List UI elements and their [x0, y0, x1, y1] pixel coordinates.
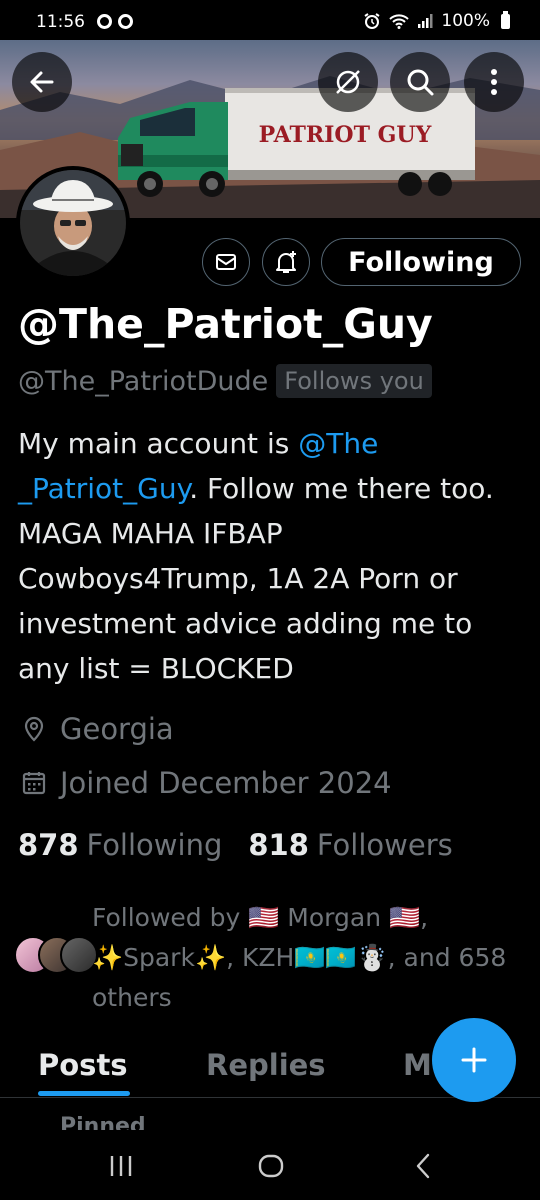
status-notification-icons [97, 14, 133, 29]
tab-replies[interactable]: Replies [206, 1048, 326, 1082]
mute-notifications-button[interactable] [318, 52, 378, 112]
status-right-cluster: 100% [363, 10, 510, 31]
calendar-icon [22, 772, 46, 795]
location-pin-icon [24, 716, 44, 742]
compose-post-button[interactable] [432, 1018, 516, 1102]
bio-text-start: My main account is [18, 427, 299, 460]
following-label: Following [86, 828, 223, 862]
wifi-icon [389, 14, 410, 29]
followed-by-text[interactable]: Followed by 🇺🇸 Morgan 🇺🇸, ✨Spark✨, KZH🇰🇿… [92, 898, 532, 1018]
followers-count-link[interactable]: 818 Followers [248, 828, 452, 862]
handle-row: @The_PatriotDude Follows you [18, 364, 432, 398]
mail-icon [216, 254, 236, 270]
more-options-button[interactable] [464, 52, 524, 112]
back-icon[interactable] [412, 1152, 434, 1180]
status-time: 11:56 [36, 12, 85, 32]
back-button[interactable] [12, 52, 72, 112]
tab-posts[interactable]: Posts [38, 1048, 128, 1082]
joined-row: Joined December 2024 [20, 766, 392, 800]
following-count: 878 [18, 828, 79, 862]
status-bar: 11:56 100% [0, 0, 540, 40]
truck-text: PATRIOT GUY [259, 122, 432, 148]
following-button[interactable]: Following [321, 238, 521, 286]
battery-icon [501, 10, 510, 29]
mutual-followers-avatars[interactable] [14, 936, 98, 976]
ring-icon [97, 14, 112, 29]
more-vertical-icon [491, 69, 497, 95]
profile-bio: My main account is @The _Patriot_Guy. Fo… [18, 421, 528, 691]
location-row: Georgia [20, 712, 174, 746]
user-handle: @The_PatriotDude [18, 365, 269, 397]
joined-text: Joined December 2024 [60, 766, 392, 800]
search-button[interactable] [390, 52, 450, 112]
search-icon [407, 69, 434, 96]
no-notifications-icon [336, 70, 360, 94]
alarm-icon [364, 13, 380, 29]
followers-count: 818 [248, 828, 309, 862]
follows-you-badge: Follows you [276, 364, 432, 398]
pinned-label: Pinned [60, 1114, 146, 1130]
battery-percent: 100% [441, 11, 490, 31]
profile-avatar[interactable] [16, 166, 130, 280]
recents-icon[interactable] [108, 1154, 134, 1178]
tab-media[interactable]: M [403, 1048, 432, 1082]
plus-icon [461, 1047, 487, 1073]
bell-plus-icon [276, 251, 296, 273]
pinned-label-row: Pinned [60, 1110, 200, 1130]
follow-counts: 878 Following 818 Followers [18, 828, 453, 862]
following-count-link[interactable]: 878 Following [18, 828, 222, 862]
system-navigation-bar [0, 1130, 540, 1200]
notify-button[interactable] [262, 238, 310, 286]
message-button[interactable] [202, 238, 250, 286]
followers-label: Followers [316, 828, 453, 862]
ring-icon [118, 14, 133, 29]
signal-icon [418, 14, 433, 28]
home-icon[interactable] [257, 1152, 285, 1180]
back-arrow-icon [30, 71, 54, 93]
active-tab-indicator [38, 1091, 130, 1096]
display-name: @The_Patriot_Guy [18, 300, 433, 348]
location-text: Georgia [60, 712, 174, 746]
avatar-image [20, 170, 126, 276]
